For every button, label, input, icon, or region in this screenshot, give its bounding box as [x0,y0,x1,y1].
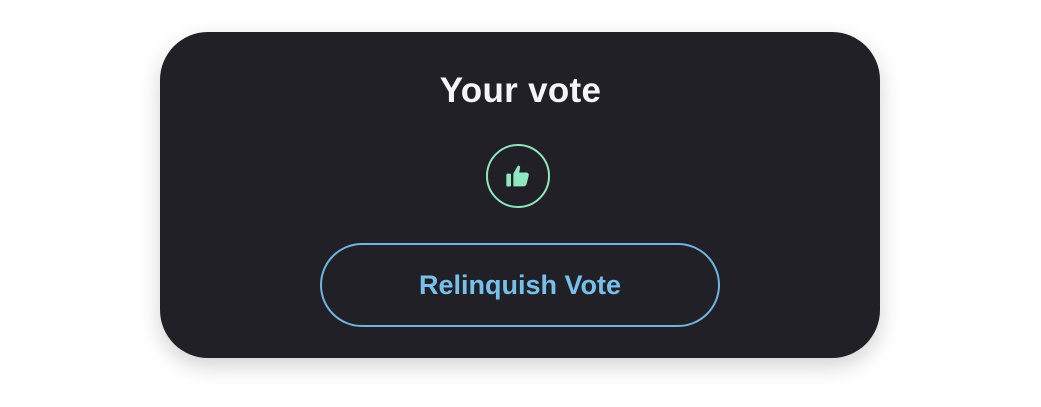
relinquish-vote-button[interactable]: Relinquish Vote [320,243,720,327]
your-vote-title-text: Your vote [439,71,602,110]
current-vote-badge [486,144,550,208]
thumbs-up-icon [506,165,529,187]
